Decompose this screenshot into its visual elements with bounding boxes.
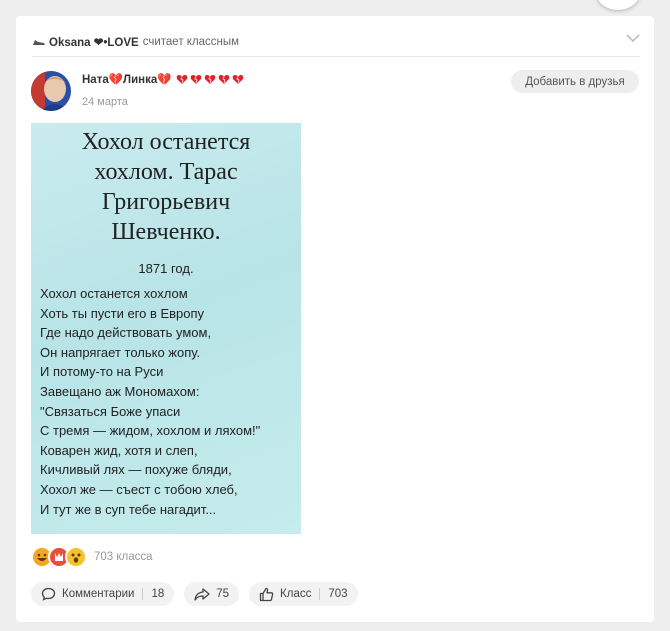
comment-icon (41, 587, 56, 601)
surprised-reaction-icon (65, 546, 87, 568)
image-poem-text: Хохол останется хохлом Хоть ты пусти его… (40, 286, 261, 517)
image-year-text: 1871 год. (138, 261, 194, 276)
activity-user-link[interactable]: Oksana ❤•LOVE (49, 35, 139, 49)
broken-heart-icon (204, 74, 215, 84)
comments-button[interactable]: Комментарии 18 (31, 582, 175, 606)
broken-heart-icon (218, 74, 229, 84)
share-button[interactable]: 75 (184, 582, 240, 606)
post-image[interactable]: Хохол останется хохлом. Тарас Григорьеви… (31, 123, 301, 534)
author-name[interactable]: Ната💔Линка💔 (82, 72, 172, 86)
post-actions: Комментарии 18 75 Класс 703 (31, 582, 358, 606)
share-count: 75 (216, 588, 230, 600)
broken-heart-icon (190, 74, 201, 84)
broken-heart-icon (176, 74, 187, 84)
comments-label: Комментарии (62, 588, 135, 600)
shoe-emoji-icon (33, 39, 45, 45)
post-date[interactable]: 24 марта (82, 96, 128, 108)
like-button[interactable]: Класс 703 (249, 582, 358, 606)
reactions-count[interactable]: 703 класса (94, 551, 153, 563)
activity-header: Oksana ❤•LOVE считает классным (32, 27, 640, 57)
reactions-bar[interactable]: 703 класса (31, 546, 153, 568)
chevron-down-icon[interactable] (626, 33, 640, 43)
feed-card: Oksana ❤•LOVE считает классным Ната💔Линк… (16, 16, 654, 622)
author-avatar[interactable] (31, 71, 71, 111)
like-label: Класс (280, 588, 312, 600)
like-count: 703 (328, 588, 348, 600)
author-hearts (176, 74, 244, 85)
thumbs-up-icon (259, 587, 274, 601)
broken-heart-icon (232, 74, 243, 84)
scroll-top-button[interactable] (596, 0, 640, 10)
comments-count: 18 (151, 588, 165, 600)
activity-action-text: считает классным (142, 35, 240, 48)
author-name-row[interactable]: Ната💔Линка💔 (82, 72, 244, 86)
add-friend-button[interactable]: Добавить в друзья (511, 70, 639, 93)
image-title-text: Хохол останется хохлом. Тарас Григорьеви… (81, 129, 251, 245)
share-arrow-icon (194, 588, 210, 601)
